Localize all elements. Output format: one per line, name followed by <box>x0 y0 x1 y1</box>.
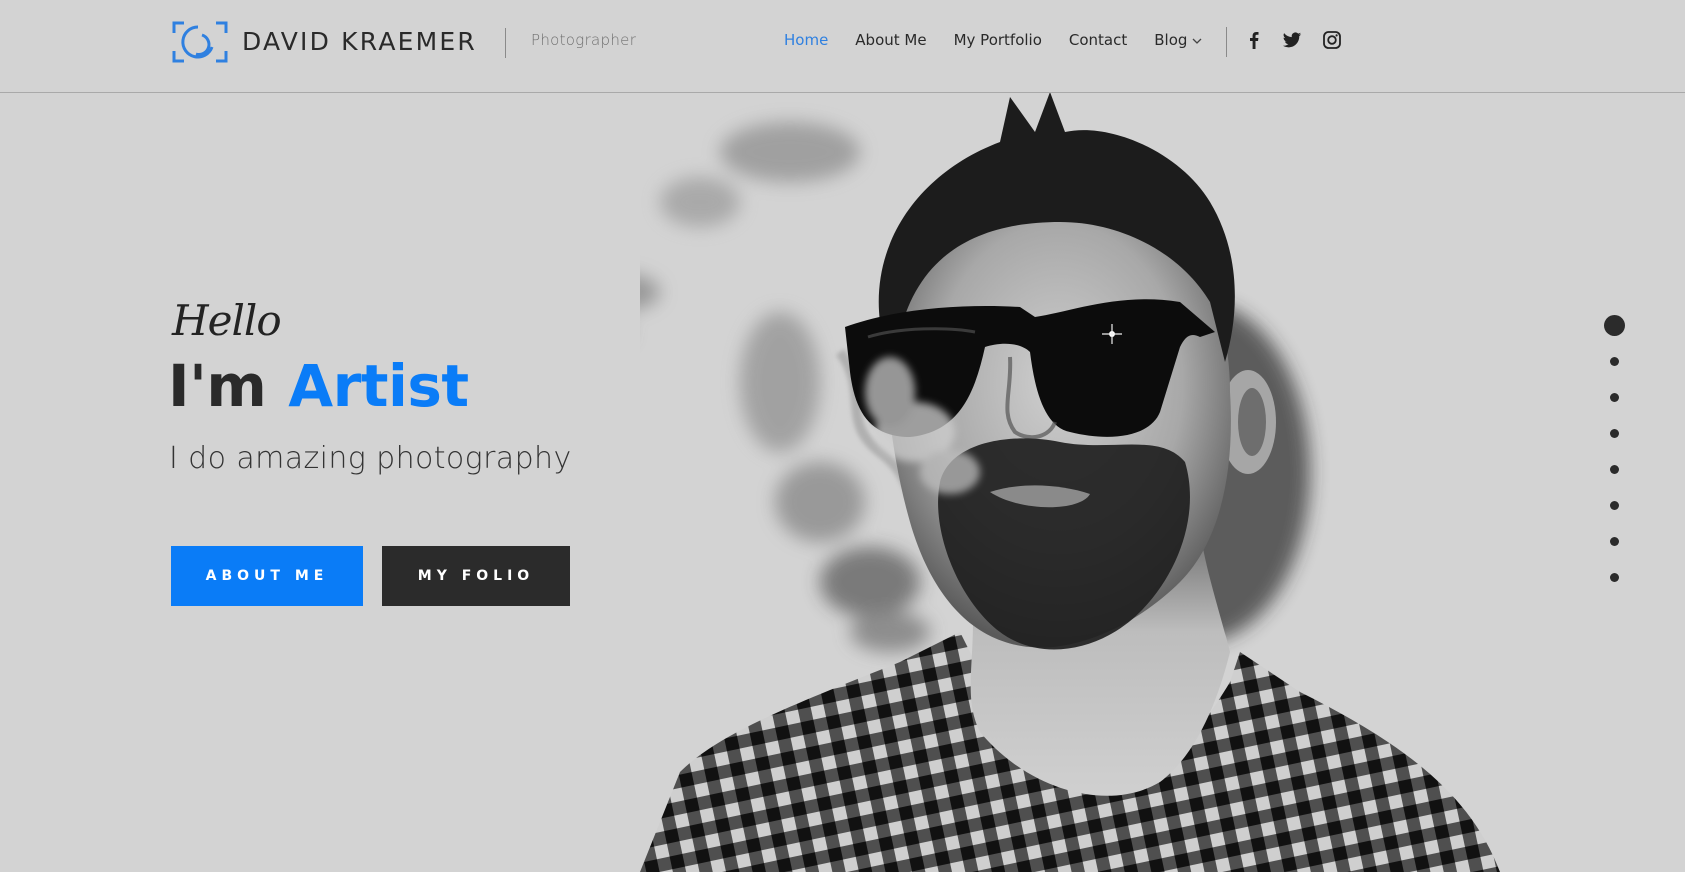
brand-divider <box>505 28 506 58</box>
nav-blog-label: Blog <box>1154 31 1188 49</box>
hero-greeting: Hello <box>172 296 282 345</box>
my-folio-button[interactable]: MY FOLIO <box>382 546 570 606</box>
slider-dot-8[interactable] <box>1609 573 1619 582</box>
slider-dot-1[interactable] <box>1603 315 1625 336</box>
slider-dot-7[interactable] <box>1609 537 1619 546</box>
slider-dot-4[interactable] <box>1609 429 1619 438</box>
logo-link[interactable]: DAVID KRAEMER <box>172 21 477 63</box>
chevron-down-icon <box>1192 38 1202 44</box>
instagram-link[interactable] <box>1322 30 1342 50</box>
headline-prefix: I'm <box>168 352 267 420</box>
nav-contact-label: Contact <box>1068 31 1128 49</box>
hero-portrait-image <box>640 92 1685 872</box>
slider-pagination <box>1603 315 1625 609</box>
main-nav: Home About Me My Portfolio Contact Blog <box>784 31 1229 49</box>
slider-dot-3[interactable] <box>1609 393 1619 402</box>
twitter-icon <box>1282 32 1302 48</box>
brand-name: DAVID KRAEMER <box>242 27 477 56</box>
facebook-icon <box>1250 32 1259 49</box>
twitter-link[interactable] <box>1282 30 1302 50</box>
nav-about-me[interactable]: About Me <box>855 31 926 49</box>
hero-subtitle: I do amazing photography <box>169 441 572 476</box>
nav-divider <box>1226 27 1227 57</box>
brand-tagline: Photographer <box>531 31 637 49</box>
nav-my-portfolio-label: My Portfolio <box>953 31 1042 49</box>
instagram-icon <box>1323 31 1341 49</box>
slider-dot-5[interactable] <box>1609 465 1619 474</box>
facebook-link[interactable] <box>1244 30 1264 50</box>
about-me-button[interactable]: ABOUT ME <box>171 546 363 606</box>
nav-contact[interactable]: Contact <box>1069 31 1127 49</box>
nav-my-portfolio[interactable]: My Portfolio <box>954 31 1042 49</box>
nav-home-label: Home <box>784 31 829 49</box>
nav-about-me-label: About Me <box>855 31 927 49</box>
site-header: DAVID KRAEMER Photographer Home About Me… <box>0 0 1685 93</box>
hero-headline: I'm Artist <box>168 351 469 421</box>
headline-accent: Artist <box>288 352 469 420</box>
camera-focus-icon <box>172 21 228 63</box>
nav-home[interactable]: Home <box>784 31 828 49</box>
nav-blog[interactable]: Blog <box>1154 31 1202 49</box>
slider-dot-2[interactable] <box>1609 357 1619 366</box>
slider-dot-6[interactable] <box>1609 501 1619 510</box>
